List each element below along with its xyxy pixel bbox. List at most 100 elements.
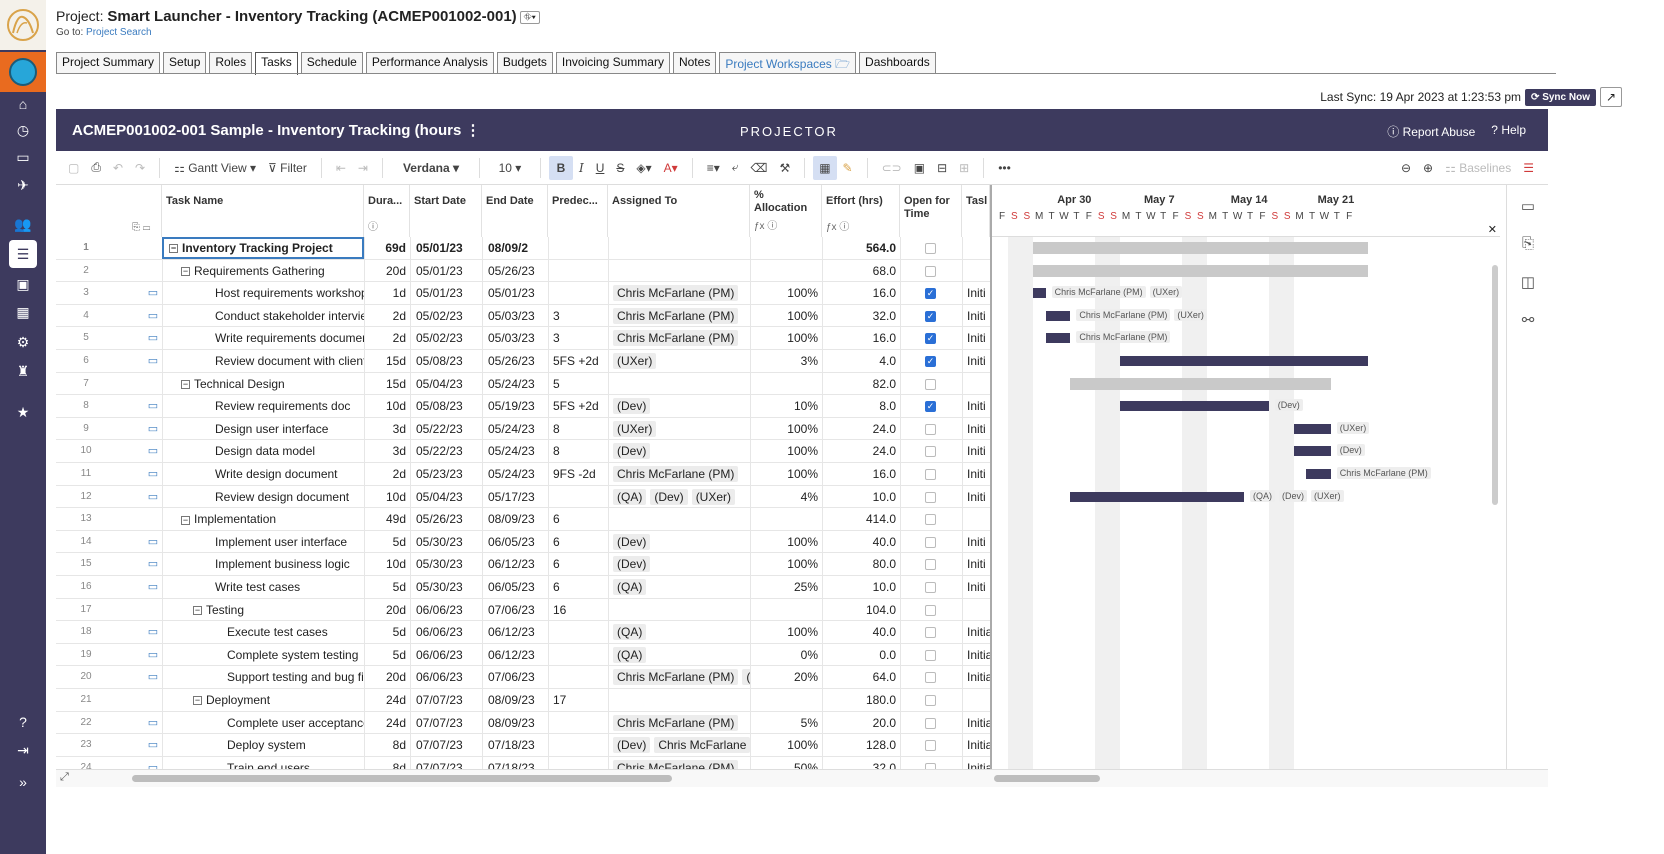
assigned-to-cell[interactable] xyxy=(608,508,750,531)
assigned-to-cell[interactable]: (UXer) xyxy=(608,417,750,440)
task-name-cell[interactable]: Design user interface xyxy=(162,417,364,440)
open-for-time-cell[interactable] xyxy=(900,666,962,689)
predecessors-cell[interactable] xyxy=(548,666,608,689)
end-date-cell[interactable]: 06/12/23 xyxy=(482,621,548,644)
start-date-cell[interactable]: 05/22/23 xyxy=(410,417,482,440)
task-status-cell[interactable]: Initia xyxy=(962,643,990,666)
zoom-out-icon[interactable]: ⊖ xyxy=(1395,156,1417,180)
open-for-time-cell[interactable] xyxy=(900,598,962,621)
effort-cell[interactable]: 180.0 xyxy=(822,689,900,711)
comment-icon[interactable]: ▭ xyxy=(144,757,162,769)
effort-cell[interactable]: 32.0 xyxy=(822,304,900,327)
start-date-cell[interactable]: 07/07/23 xyxy=(410,689,482,711)
task-status-cell[interactable]: Initia xyxy=(962,711,990,734)
comments-icon[interactable]: ▭ xyxy=(1517,197,1539,219)
table-row[interactable]: 2− Requirements Gathering 20d 05/01/23 05/26… xyxy=(56,259,990,283)
allocation-cell[interactable]: 5% xyxy=(750,711,822,734)
effort-cell[interactable]: 414.0 xyxy=(822,508,900,531)
collapse-toggle-icon[interactable]: − xyxy=(169,244,178,254)
end-date-cell[interactable]: 06/12/23 xyxy=(482,643,548,666)
duration-cell[interactable]: 10d xyxy=(364,395,410,418)
start-date-cell[interactable]: 06/06/23 xyxy=(410,643,482,666)
predecessors-cell[interactable]: 6 xyxy=(548,508,608,531)
people-icon[interactable]: 👥 xyxy=(9,210,37,238)
assigned-to-cell[interactable]: (Dev) xyxy=(608,395,750,418)
allocation-cell[interactable]: 100% xyxy=(750,327,822,350)
predecessors-cell[interactable]: 9FS -2d xyxy=(548,463,608,485)
task-status-cell[interactable] xyxy=(962,259,990,282)
open-for-time-checkbox[interactable]: ✓ xyxy=(925,310,936,322)
allocation-cell[interactable]: 20% xyxy=(750,666,822,689)
task-status-cell[interactable]: Initia xyxy=(962,666,990,689)
filter-button[interactable]: ⊽ Filter xyxy=(262,156,313,180)
table-row[interactable]: 23 ▭ Deploy system 8d 07/07/23 07/18/23 (Dev) C… xyxy=(56,734,990,757)
duration-cell[interactable]: 5d xyxy=(364,643,410,666)
allocation-cell[interactable]: 50% xyxy=(750,756,822,769)
table-row[interactable]: 19 ▭ Complete system testing 5d 06/06/23 06/1… xyxy=(56,643,990,667)
allocation-cell[interactable]: 100% xyxy=(750,530,822,553)
task-name-cell[interactable]: Conduct stakeholder interview xyxy=(162,304,364,327)
comment-icon[interactable] xyxy=(144,237,162,259)
collapse-toggle-icon[interactable]: − xyxy=(181,266,190,276)
start-date-cell[interactable]: 05/26/23 xyxy=(410,508,482,531)
help-icon[interactable]: ? xyxy=(9,708,37,736)
end-date-cell[interactable]: 07/18/23 xyxy=(482,756,548,769)
end-date-cell[interactable]: 06/05/23 xyxy=(482,530,548,553)
chart-icon[interactable]: ▦ xyxy=(9,298,37,326)
assigned-to-cell[interactable] xyxy=(608,372,750,395)
allocation-cell[interactable]: 25% xyxy=(750,576,822,598)
open-for-time-cell[interactable]: ✓ xyxy=(900,304,962,327)
sheet-title[interactable]: ACMEP001002-001 Sample - Inventory Track… xyxy=(72,121,480,139)
start-date-cell[interactable]: 05/23/23 xyxy=(410,463,482,485)
end-date-cell[interactable]: 08/09/23 xyxy=(482,508,548,531)
table-row[interactable]: 24 ▭ Train end users 8d 07/07/23 07/18/23 Chri… xyxy=(56,756,990,769)
column-header-start-date[interactable]: Start Date xyxy=(410,185,482,237)
start-date-cell[interactable]: 05/04/23 xyxy=(410,485,482,508)
comment-icon[interactable]: ▭ xyxy=(144,644,162,666)
gantt-task-bar[interactable] xyxy=(1120,356,1368,366)
gantt-task-bar[interactable] xyxy=(1293,423,1331,434)
tab-budgets[interactable]: Budgets xyxy=(496,52,553,73)
end-date-cell[interactable]: 05/17/23 xyxy=(482,485,548,508)
tab-tasks[interactable]: Tasks xyxy=(255,52,298,75)
effort-cell[interactable]: 24.0 xyxy=(822,417,900,440)
task-status-cell[interactable] xyxy=(962,508,990,531)
duration-cell[interactable]: 10d xyxy=(364,485,410,508)
task-status-cell[interactable]: Initi xyxy=(962,485,990,508)
allocation-cell[interactable]: 0% xyxy=(750,643,822,666)
indent-icon[interactable]: ⇥ xyxy=(352,156,374,180)
gantt-horizontal-scrollbar[interactable] xyxy=(994,775,1100,782)
effort-cell[interactable]: 32.0 xyxy=(822,756,900,769)
comment-icon[interactable] xyxy=(144,689,162,711)
open-for-time-checkbox[interactable] xyxy=(925,672,936,684)
open-for-time-cell[interactable] xyxy=(900,485,962,508)
open-for-time-cell[interactable] xyxy=(900,621,962,644)
task-name-cell[interactable]: Deploy system xyxy=(162,734,364,757)
duration-cell[interactable]: 5d xyxy=(364,621,410,644)
effort-cell[interactable]: 16.0 xyxy=(822,327,900,350)
duration-cell[interactable]: 10d xyxy=(364,553,410,576)
link-icon[interactable]: ⊂⊃ xyxy=(876,156,908,180)
start-date-cell[interactable]: 05/08/23 xyxy=(410,350,482,372)
predecessors-cell[interactable] xyxy=(548,237,608,259)
gear-icon[interactable]: ⚙ xyxy=(9,328,37,356)
predecessors-cell[interactable] xyxy=(548,756,608,769)
duration-cell[interactable]: 5d xyxy=(364,576,410,598)
task-name-cell[interactable]: Write test cases xyxy=(162,576,364,598)
comment-icon[interactable]: ▭ xyxy=(144,350,162,372)
comment-icon[interactable] xyxy=(144,599,162,621)
comment-icon[interactable]: ▭ xyxy=(144,463,162,485)
open-for-time-cell[interactable] xyxy=(900,643,962,666)
task-name-cell[interactable]: − Technical Design xyxy=(162,372,364,395)
duration-cell[interactable]: 5d xyxy=(364,530,410,553)
allocation-cell[interactable]: 100% xyxy=(750,553,822,576)
table-row[interactable]: 14 ▭ Implement user interface 5d 05/30/23 06/… xyxy=(56,530,990,554)
clock-icon[interactable]: ◷ xyxy=(9,116,37,144)
table-row[interactable]: 10 ▭ Design data model 3d 05/22/23 05/24/23 8 (… xyxy=(56,440,990,463)
comment-icon[interactable]: ▭ xyxy=(144,440,162,462)
task-status-cell[interactable]: Initi xyxy=(962,530,990,553)
table-row[interactable]: 15 ▭ Implement business logic 10d 05/30/23 06… xyxy=(56,553,990,576)
allocation-cell[interactable]: 100% xyxy=(750,304,822,327)
tab-schedule[interactable]: Schedule xyxy=(300,52,363,73)
task-status-cell[interactable]: Initi xyxy=(962,350,990,372)
